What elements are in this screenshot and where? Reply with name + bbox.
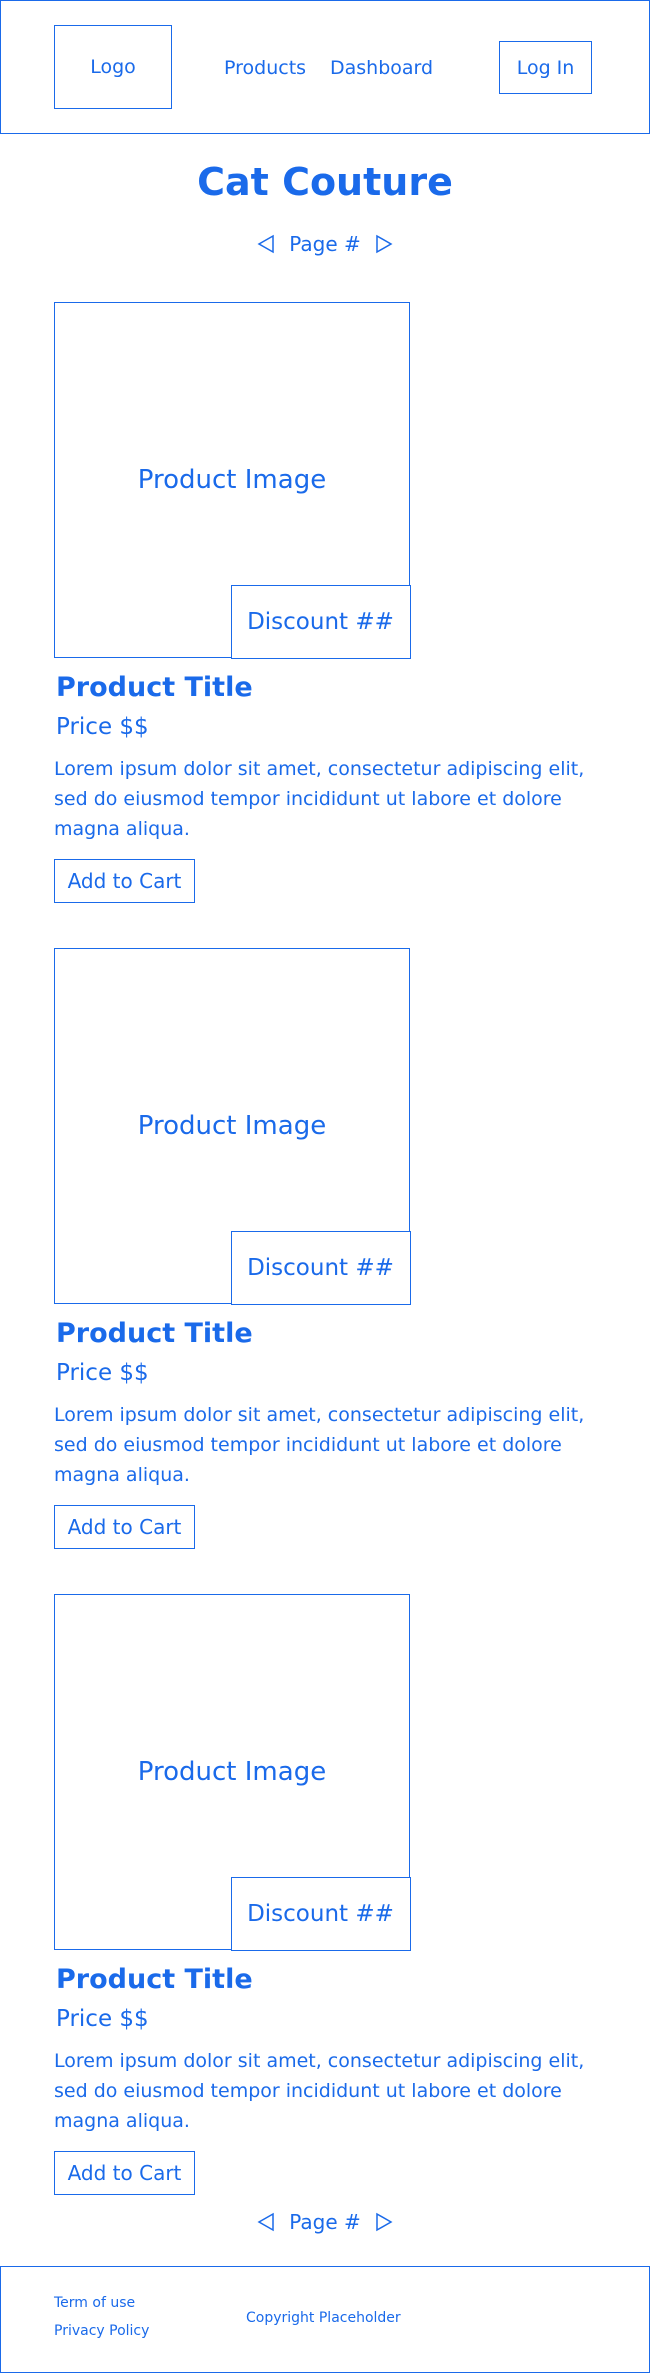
discount-badge: Discount ## <box>230 584 411 659</box>
product-card: Product Image Discount ## Product Title … <box>54 1594 614 2195</box>
product-description: Lorem ipsum dolor sit amet, consectetur … <box>54 2050 585 2132</box>
page-title: Cat Couture <box>197 160 453 204</box>
product-image[interactable]: Product Image Discount ## <box>54 302 411 659</box>
discount-label: Discount ## <box>247 608 394 635</box>
product-title[interactable]: Product Title <box>56 672 253 703</box>
discount-badge: Discount ## <box>230 1876 411 1951</box>
product-card: Product Image Discount ## Product Title … <box>54 948 614 1549</box>
page-indicator: Page # <box>289 2210 361 2234</box>
login-button[interactable]: Log In <box>499 41 592 94</box>
product-image[interactable]: Product Image Discount ## <box>54 1594 411 1951</box>
product-price: Price $$ <box>56 1360 149 1386</box>
copyright-text: Copyright Placeholder <box>246 2310 401 2326</box>
discount-label: Discount ## <box>247 1900 394 1927</box>
product-description: Lorem ipsum dolor sit amet, consectetur … <box>54 758 585 840</box>
product-title[interactable]: Product Title <box>56 1318 253 1349</box>
logo[interactable]: Logo <box>54 25 172 109</box>
add-to-cart-button[interactable]: Add to Cart <box>54 1505 195 1549</box>
product-price: Price $$ <box>56 714 149 740</box>
pager-bottom: Page # <box>0 2210 650 2234</box>
add-to-cart-label: Add to Cart <box>67 2161 182 2185</box>
prev-page-icon[interactable] <box>257 234 275 254</box>
discount-badge: Discount ## <box>230 1230 411 1305</box>
prev-page-icon[interactable] <box>257 2212 275 2232</box>
add-to-cart-button[interactable]: Add to Cart <box>54 859 195 903</box>
add-to-cart-label: Add to Cart <box>67 869 182 893</box>
product-title[interactable]: Product Title <box>56 1964 253 1995</box>
privacy-policy-link[interactable]: Privacy Policy <box>54 2323 149 2339</box>
page-indicator: Page # <box>289 232 361 256</box>
next-page-icon[interactable] <box>375 234 393 254</box>
terms-of-use-link[interactable]: Term of use <box>54 2295 135 2311</box>
login-button-label: Log In <box>516 56 575 79</box>
pager-top: Page # <box>0 232 650 256</box>
add-to-cart-button[interactable]: Add to Cart <box>54 2151 195 2195</box>
nav-products-link[interactable]: Products <box>224 57 306 79</box>
nav-dashboard-link[interactable]: Dashboard <box>330 57 433 79</box>
product-description: Lorem ipsum dolor sit amet, consectetur … <box>54 1404 585 1486</box>
product-price: Price $$ <box>56 2006 149 2032</box>
logo-label: Logo <box>90 56 136 78</box>
next-page-icon[interactable] <box>375 2212 393 2232</box>
product-image[interactable]: Product Image Discount ## <box>54 948 411 1305</box>
discount-label: Discount ## <box>247 1254 394 1281</box>
product-card: Product Image Discount ## Product Title … <box>54 302 614 903</box>
add-to-cart-label: Add to Cart <box>67 1515 182 1539</box>
